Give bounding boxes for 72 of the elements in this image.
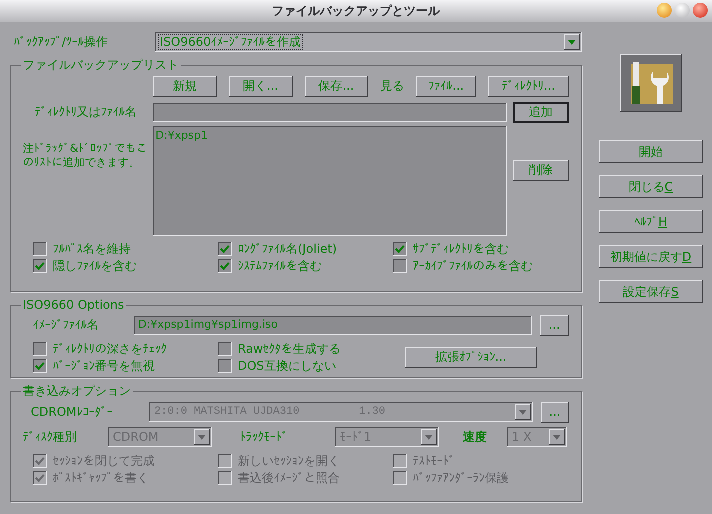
action-button[interactable]: 初期値に戻すD (599, 245, 703, 268)
button[interactable]: 開く... (228, 76, 293, 96)
checkbox-label: ﾃｽﾄﾓｰﾄﾞ (413, 452, 455, 470)
checkbox-label: ｾｯｼｮﾝを閉じて完成 (53, 452, 155, 470)
dropdown-value: ISO9660ｲﾒｰｼﾞﾌｧｲﾙを作成 (158, 34, 304, 50)
operation-label: ﾊﾞｯｸｱｯﾌﾟ/ﾂｰﾙ操作 (13, 34, 110, 51)
image-path-value: D:¥xpsp1img¥sp1img.iso (138, 316, 278, 333)
dropdown-arrow-button[interactable] (564, 34, 580, 50)
button[interactable]: 追加 (513, 102, 569, 122)
checkbox-label: DOS互換にしない (238, 358, 336, 374)
checkbox-label: ﾛﾝｸﾞﾌｧｲﾙ名(Joliet) (238, 240, 337, 258)
action-button[interactable]: 設定保存S (599, 280, 703, 303)
operation-dropdown[interactable]: ISO9660ｲﾒｰｼﾞﾌｧｲﾙを作成 (155, 32, 582, 52)
checkbox-label: ｻﾌﾞﾃﾞｨﾚｸﾄﾘを含む (413, 240, 509, 258)
list-item[interactable]: D:¥xpsp1 (156, 129, 504, 142)
checkbox[interactable] (33, 242, 47, 256)
checkbox-label: 新しいｾｯｼｮﾝを開く (238, 452, 340, 470)
checkbox[interactable] (393, 258, 407, 272)
file-list[interactable]: D:¥xpsp1 (152, 126, 507, 236)
button[interactable]: 新規 (153, 76, 217, 96)
checkbox-label: ｱｰｶｲﾌﾞﾌｧｲﾙのみを含む (413, 258, 533, 274)
button[interactable]: ﾃﾞｨﾚｸﾄﾘ... (488, 76, 569, 96)
track-mode-label: ﾄﾗｯｸﾓｰﾄﾞ (239, 429, 289, 446)
action-button[interactable]: ﾍﾙﾌﾟ H (599, 210, 703, 233)
caret-icon (198, 434, 206, 440)
checkbox[interactable] (33, 342, 47, 356)
dropdown-arrow-button[interactable] (549, 429, 565, 445)
checkbox-label: ﾎﾟｽﾄｷﾞｬｯﾌﾟを書く (53, 470, 149, 486)
action-button[interactable]: 閉じるC (599, 175, 703, 198)
checkbox-label: 隠しﾌｧｲﾙを含む (53, 258, 137, 274)
image-file-label: ｲﾒｰｼﾞﾌｧｲﾙ名 (32, 317, 100, 334)
checkbox[interactable] (393, 242, 407, 256)
caret-icon (425, 434, 433, 440)
checkbox[interactable] (33, 258, 47, 272)
caret-icon (519, 410, 527, 414)
checkbox[interactable] (33, 358, 47, 372)
dropdown-arrow-button[interactable] (194, 429, 210, 445)
group-title: ISO9660 Options (22, 297, 126, 314)
group-title: 書き込みオプション (22, 383, 132, 400)
dropdown-arrow-button[interactable] (515, 404, 531, 420)
note-text: 注ﾄﾞﾗｯｸﾞ&ﾄﾞﾛｯﾌﾟでもこのﾘｽﾄに追加できます。 (23, 141, 149, 171)
checkbox-label: ﾊﾞｰｼﾞｮﾝ番号を無視 (53, 358, 155, 374)
disc-type-label: ﾃﾞｨｽｸ種別 (23, 429, 78, 446)
group-title: ファイルバックアップリスト (22, 57, 180, 74)
checkbox[interactable] (218, 242, 232, 256)
button[interactable]: ... (540, 314, 569, 336)
dropdown-arrow-button[interactable] (421, 429, 437, 445)
checkbox[interactable] (218, 358, 232, 372)
button[interactable]: 保存... (304, 76, 368, 96)
close-icon[interactable] (693, 3, 708, 18)
recorder-label: CDROMﾚｺｰﾀﾞｰ (30, 404, 114, 421)
path-input[interactable] (152, 102, 508, 122)
caret-icon (568, 40, 576, 44)
checkbox[interactable] (218, 342, 232, 356)
checkbox-label: ﾃﾞｨﾚｸﾄﾘの深さをﾁｪｯｸ (53, 340, 167, 358)
button[interactable]: 拡張ｵﾌﾟｼｮﾝ... (405, 346, 537, 368)
speed-label: 速度 (462, 429, 488, 446)
button[interactable]: ... (541, 402, 569, 422)
button[interactable]: 削除 (513, 160, 569, 180)
checkbox-label: ﾌﾙﾊﾟｽ名を維持 (53, 240, 131, 258)
checkbox[interactable] (218, 258, 232, 272)
button[interactable]: ﾌｧｲﾙ... (416, 76, 476, 96)
caret-icon (553, 434, 561, 440)
checkbox-label: 書込後ｲﾒｰｼﾞと照合 (238, 470, 340, 486)
checkbox-label: ｼｽﾃﾑﾌｧｲﾙを含む (238, 258, 322, 274)
checkbox-label: Rawｾｸﾀを生成する (238, 340, 342, 358)
action-button[interactable]: 開始 (599, 140, 703, 163)
path-label: ﾃﾞｨﾚｸﾄﾘ又はﾌｧｲﾙ名 (34, 104, 138, 121)
checkbox-label: ﾊﾞｯﾌｧｱﾝﾀﾞｰﾗﾝ保護 (413, 470, 509, 486)
window-title: ファイルバックアップとツール (272, 3, 440, 20)
view-label: 見る (380, 78, 404, 95)
image-path-input[interactable]: D:¥xpsp1img¥sp1img.iso (134, 316, 532, 334)
